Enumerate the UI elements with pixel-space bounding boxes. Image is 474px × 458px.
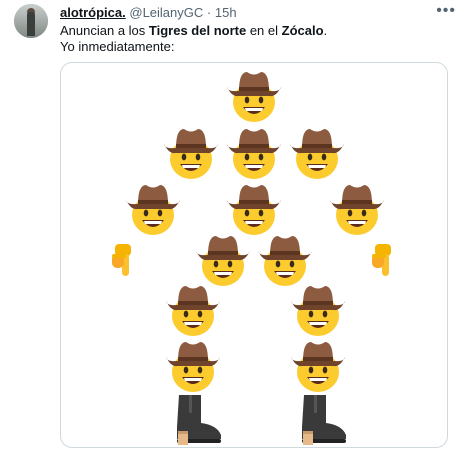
timestamp[interactable]: 15h	[215, 5, 237, 20]
text-bold-1: Tigres del norte	[148, 23, 247, 38]
boot-emoji	[177, 395, 221, 445]
cowboy-face-emoji	[166, 342, 220, 392]
cowboy-face-emoji	[290, 129, 344, 179]
more-dots-icon[interactable]: •••	[436, 2, 456, 20]
text-part: Anuncian a los	[60, 23, 149, 38]
cowboy-face-emoji	[227, 185, 281, 235]
tweet-media-image[interactable]	[60, 62, 448, 448]
cowboy-face-emoji	[227, 129, 281, 179]
pointing-down-emoji	[372, 244, 391, 276]
text-line-2: Yo inmediatamente:	[60, 39, 175, 54]
avatar[interactable]	[14, 4, 48, 38]
cowboy-face-emoji	[291, 286, 345, 336]
cowboy-face-emoji	[196, 236, 250, 286]
text-part: .	[323, 23, 328, 38]
cowboy-face-emoji	[126, 185, 180, 235]
text-bold-2: Zócalo	[281, 23, 324, 38]
handle[interactable]: @LeilanyGC	[129, 5, 203, 20]
cowboy-face-emoji	[258, 236, 312, 286]
separator: ·	[206, 5, 212, 20]
text-part: en el	[246, 23, 282, 38]
pointing-down-emoji	[112, 244, 131, 276]
cowboy-face-emoji	[166, 286, 220, 336]
display-name[interactable]: alotrópica.	[60, 5, 126, 20]
cowboy-face-emoji	[330, 185, 384, 235]
cowboy-face-emoji	[164, 129, 218, 179]
tweet-text: Anuncian a los Tigres del norte en el Zó…	[60, 23, 460, 55]
cowboy-face-emoji	[227, 72, 281, 122]
boot-emoji	[302, 395, 346, 445]
tweet-header: alotrópica. @LeilanyGC · 15h	[60, 5, 237, 23]
cowboy-face-emoji	[291, 342, 345, 392]
